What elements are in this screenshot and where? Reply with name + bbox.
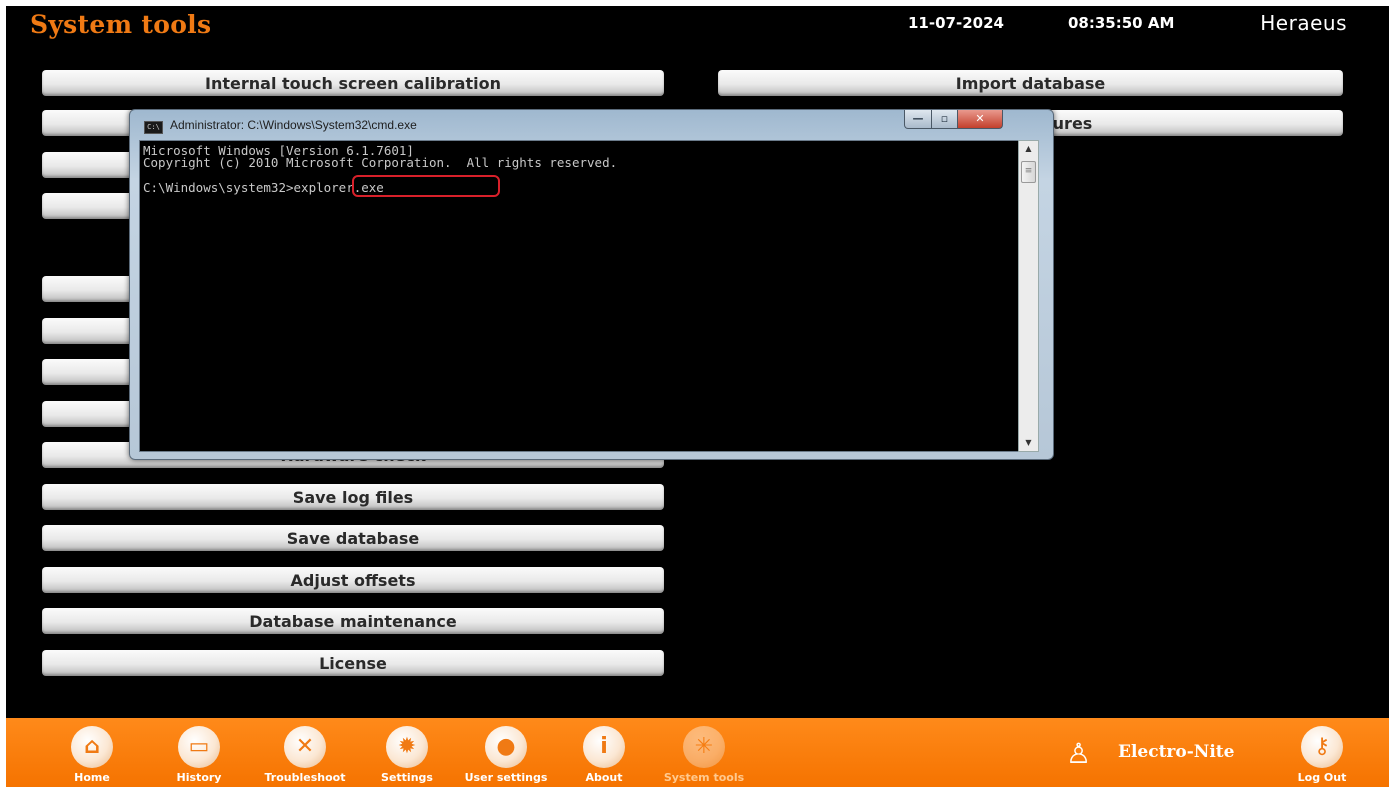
button-label: License (319, 654, 387, 673)
nav-label: User settings (464, 771, 548, 784)
nav-user-settings[interactable]: ● User settings (461, 718, 551, 784)
sparkle-icon: ✳ (683, 726, 725, 768)
button-label: Adjust offsets (290, 571, 416, 590)
import-database-button[interactable]: Import database (718, 70, 1343, 96)
scroll-down-icon[interactable]: ▼ (1019, 435, 1038, 451)
bottom-nav-bar: ⌂ Home ▭ History ✕ Troubleshoot ✹ Settin… (6, 718, 1389, 787)
save-database-button[interactable]: Save database (42, 525, 664, 551)
time-display: 08:35:50 AM (1068, 14, 1175, 32)
nav-label: Troubleshoot (264, 771, 346, 784)
app-screen: System tools 11-07-2024 08:35:50 AM Hera… (6, 6, 1389, 787)
scroll-up-icon[interactable]: ▲ (1019, 141, 1038, 157)
cmd-icon: C:\ (144, 121, 163, 134)
page-title: System tools (30, 10, 212, 39)
database-maintenance-button[interactable]: Database maintenance (42, 608, 664, 634)
nav-label: About (585, 771, 623, 784)
nav-label: System tools (663, 771, 745, 784)
button-label: Save log files (292, 488, 414, 507)
adjust-offsets-button[interactable]: Adjust offsets (42, 567, 664, 593)
nav-system-tools[interactable]: ✳ System tools (659, 718, 749, 784)
cmd-window-title: Administrator: C:\Windows\System32\cmd.e… (170, 118, 417, 132)
maximize-button[interactable]: ▫ (931, 110, 958, 129)
nav-about[interactable]: i About (559, 718, 649, 784)
touch-calibration-button[interactable]: Internal touch screen calibration (42, 70, 664, 96)
electro-nite-logo: Electro-Nite (1118, 742, 1235, 762)
button-label: Database maintenance (249, 612, 457, 631)
button-label: Import database (955, 74, 1106, 93)
console-area[interactable]: Microsoft Windows [Version 6.1.7601] Cop… (139, 140, 1019, 452)
console-prompt: C:\Windows\system32 (143, 180, 286, 195)
command-highlight (352, 175, 500, 197)
date-display: 11-07-2024 (908, 14, 1004, 32)
user-gear-icon: ● (485, 726, 527, 768)
nav-label: Log Out (1297, 771, 1347, 784)
button-label: Internal touch screen calibration (205, 74, 501, 93)
tools-icon: ✕ (284, 726, 326, 768)
nav-settings[interactable]: ✹ Settings (362, 718, 452, 784)
nav-log-out[interactable]: ⚷ Log Out (1277, 718, 1367, 784)
license-button[interactable]: License (42, 650, 664, 676)
button-label: Save database (286, 529, 420, 548)
gear-icon: ✹ (386, 726, 428, 768)
console-prompt-line: C:\Windows\system32>explorer.exe (143, 181, 384, 194)
cmd-window[interactable]: C:\ Administrator: C:\Windows\System32\c… (129, 109, 1054, 460)
save-log-files-button[interactable]: Save log files (42, 484, 664, 510)
minimize-button[interactable]: — (904, 110, 932, 129)
scroll-thumb[interactable]: ≡ (1021, 161, 1036, 183)
key-icon: ⚷ (1301, 726, 1343, 768)
info-icon: i (583, 726, 625, 768)
folder-icon: ▭ (178, 726, 220, 768)
nav-label: Settings (381, 771, 433, 784)
nav-home[interactable]: ⌂ Home (47, 718, 137, 784)
vertical-scrollbar[interactable]: ▲ ≡ ▼ (1018, 140, 1039, 452)
electro-nite-figure-icon: ♙ (1066, 737, 1092, 770)
console-copyright-line: Copyright (c) 2010 Microsoft Corporation… (143, 155, 618, 170)
nav-troubleshoot[interactable]: ✕ Troubleshoot (260, 718, 350, 784)
nav-label: Home (74, 771, 110, 784)
close-button[interactable]: ✕ (957, 110, 1003, 129)
home-icon: ⌂ (71, 726, 113, 768)
brand-logo: Heraeus (1260, 11, 1347, 35)
nav-history[interactable]: ▭ History (154, 718, 244, 784)
nav-label: History (176, 771, 222, 784)
